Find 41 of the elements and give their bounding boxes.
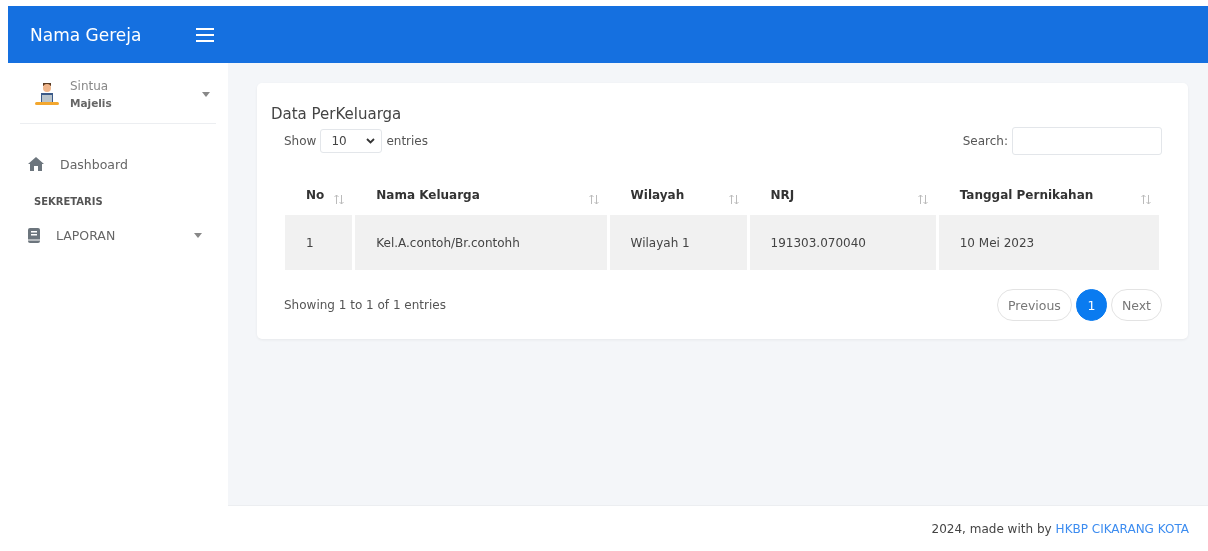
sort-icon — [728, 194, 739, 205]
column-header[interactable]: Wilayah — [609, 178, 747, 212]
column-header[interactable]: Tanggal Pernikahan — [938, 178, 1159, 212]
sort-icon — [1141, 194, 1151, 205]
nav-item[interactable]: Dashboard — [8, 144, 228, 184]
search-field[interactable] — [1012, 127, 1162, 155]
column-header[interactable]: Nama Keluarga — [355, 178, 607, 212]
chevron-icon — [366, 138, 376, 144]
brand-title: Nama Gereja — [30, 24, 142, 45]
card-title: Data PerKeluarga — [271, 105, 403, 123]
search-label: Search: — [962, 134, 1008, 148]
caret-icon — [194, 232, 202, 238]
sort-icon — [917, 194, 928, 205]
menu-icon[interactable] — [196, 27, 214, 42]
home-icon — [28, 157, 44, 171]
entries-label: entries — [386, 134, 428, 148]
table-cell: 191303.070040 — [749, 215, 936, 270]
show-label: Show — [284, 134, 317, 148]
caret-icon — [202, 91, 210, 97]
table-cell: 1 — [285, 215, 353, 270]
user-panel[interactable]: Sintua Majelis — [20, 63, 216, 124]
avatar-icon — [34, 82, 60, 106]
nav-item[interactable]: LAPORAN — [8, 215, 228, 255]
footer-link[interactable]: HKBP CIKARANG KOTA — [1055, 521, 1189, 536]
sort-icon — [334, 194, 345, 205]
sort-icon — [588, 194, 599, 205]
pager-button[interactable]: Next — [1110, 289, 1162, 321]
pager-button[interactable]: Previous — [997, 289, 1072, 321]
column-header[interactable]: NRJ — [749, 178, 936, 212]
table-cell: Kel.A.contoh/Br.contohh — [355, 215, 607, 270]
page-button[interactable]: 1 — [1075, 289, 1107, 321]
table-info: Showing 1 to 1 of 1 entries — [284, 298, 446, 312]
user-role: Majelis — [70, 97, 113, 109]
user-name: Sintua — [70, 79, 110, 93]
section-heading: SEKRETARIS — [33, 195, 104, 209]
footer-text: 2024, made with by — [931, 521, 1052, 536]
column-header[interactable]: No — [285, 178, 353, 212]
page-size-select[interactable]: 10 — [320, 129, 383, 153]
table-cell: 10 Mei 2023 — [938, 215, 1159, 270]
table-cell: Wilayah 1 — [609, 215, 747, 270]
book-icon — [28, 227, 40, 243]
